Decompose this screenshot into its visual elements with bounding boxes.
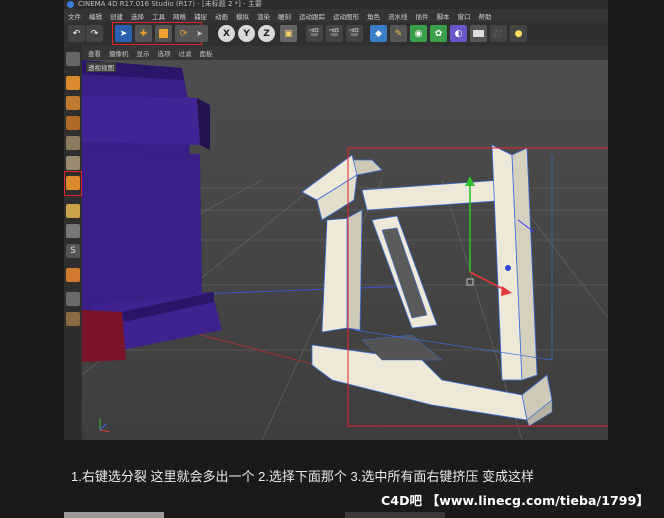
texture-mode-icon[interactable]: [66, 96, 80, 110]
menu-item[interactable]: 窗口: [458, 11, 471, 21]
recent-tool-button[interactable]: ➤: [191, 25, 208, 42]
menu-item[interactable]: 选择: [131, 11, 144, 21]
workplane-grid-icon[interactable]: [66, 292, 80, 306]
menu-item[interactable]: 工具: [152, 11, 165, 21]
x-axis-lock-button[interactable]: X: [218, 25, 235, 42]
menu-bar: 文件 编辑 创建 选择 工具 网格 捕捉 动画 模拟 渲染 雕刻 运动跟踪 运动…: [64, 9, 608, 22]
cinema4d-logo-icon: [67, 1, 74, 8]
render-picture-viewer-button[interactable]: 🎬: [326, 25, 343, 42]
viewport-label: 透视视图: [86, 62, 116, 72]
subdivision-surface-button[interactable]: ◉: [410, 25, 427, 42]
snap-icon[interactable]: S: [66, 244, 80, 258]
light-button[interactable]: ●: [510, 25, 527, 42]
menu-item[interactable]: 创建: [110, 11, 123, 21]
deformer-button[interactable]: ◐: [450, 25, 467, 42]
rotate-tool-button[interactable]: ⟳: [175, 25, 192, 42]
viewport-menu-bar: 查看 摄像机 显示 选项 过滤 面板: [82, 46, 608, 60]
watermark: C4D吧 【www.linecg.com/tieba/1799】: [381, 493, 650, 508]
menu-item[interactable]: 插件: [416, 11, 429, 21]
menu-item[interactable]: 脚本: [437, 11, 450, 21]
menu-item[interactable]: 编辑: [89, 11, 102, 21]
menu-item[interactable]: 运动图形: [333, 11, 359, 21]
y-axis-label: Y: [243, 28, 250, 39]
tutorial-caption: 1.右键选分裂 这里就会多出一个 2.选择下面那个 3.选中所有面右键挤压 变成…: [71, 469, 534, 484]
x-axis-label: X: [223, 28, 230, 39]
edge-mode-icon[interactable]: [66, 156, 80, 170]
viewport-scene: [64, 60, 608, 440]
render-view-button[interactable]: 🎬: [306, 25, 323, 42]
y-axis-lock-button[interactable]: Y: [238, 25, 255, 42]
tweak-mode-icon[interactable]: [66, 224, 80, 238]
magnet-icon[interactable]: [66, 268, 80, 282]
c4d-screenshot: CINEMA 4D R17.016 Studio (R17) - [未标题 2 …: [64, 0, 608, 440]
viewport-menu-item[interactable]: 面板: [200, 48, 213, 58]
floor-button[interactable]: [470, 25, 487, 42]
z-axis-lock-button[interactable]: Z: [258, 25, 275, 42]
window-title: CINEMA 4D R17.016 Studio (R17) - [未标题 2 …: [78, 0, 262, 8]
undo-button[interactable]: ↶: [68, 25, 85, 42]
move-tool-button[interactable]: ✚: [135, 25, 152, 42]
menu-item[interactable]: 角色: [367, 11, 380, 21]
viewport-menu-item[interactable]: 显示: [137, 48, 150, 58]
point-mode-icon[interactable]: [66, 136, 80, 150]
viewport-menu-item[interactable]: 查看: [88, 48, 101, 58]
workplane-mode-icon[interactable]: [66, 116, 80, 130]
live-selection-button[interactable]: ➤: [115, 25, 132, 42]
menu-item[interactable]: 渲染: [257, 11, 270, 21]
menu-item[interactable]: 网格: [173, 11, 186, 21]
scale-tool-button[interactable]: [155, 25, 172, 42]
viewport-menu-item[interactable]: 选项: [158, 48, 171, 58]
cube-object-button[interactable]: ◆: [370, 25, 387, 42]
viewport-menu-item[interactable]: 摄像机: [109, 48, 129, 58]
coordinate-system-button[interactable]: ▣: [280, 25, 297, 42]
enable-axis-icon[interactable]: [66, 204, 80, 218]
main-toolbar: ↶ ↷ ➤ ✚ ⟳ ➤ X Y Z ▣ 🎬 🎬 🎬 ◆ ✎ ◉ ✿ ◐ 🎥 ●: [64, 22, 608, 46]
array-button[interactable]: ✿: [430, 25, 447, 42]
menu-item[interactable]: 运动跟踪: [299, 11, 325, 21]
menu-item[interactable]: 模拟: [236, 11, 249, 21]
z-axis-label: Z: [263, 28, 270, 39]
viewport-menu-item[interactable]: 过滤: [179, 48, 192, 58]
perspective-viewport[interactable]: 透视视图: [64, 60, 608, 440]
title-bar: CINEMA 4D R17.016 Studio (R17) - [未标题 2 …: [64, 0, 608, 9]
model-mode-icon[interactable]: [66, 76, 80, 90]
camera-button[interactable]: 🎥: [490, 25, 507, 42]
render-settings-button[interactable]: 🎬: [346, 25, 363, 42]
locked-workplane-icon[interactable]: [66, 312, 80, 326]
menu-item[interactable]: 文件: [68, 11, 81, 21]
polygon-mode-highlight-box: [64, 171, 82, 196]
redo-button[interactable]: ↷: [86, 25, 103, 42]
menu-item[interactable]: 流水线: [388, 11, 408, 21]
menu-item[interactable]: 动画: [215, 11, 228, 21]
left-tool-palette: S: [64, 46, 82, 440]
next-screenshot-preview-strip: [0, 512, 664, 518]
pen-spline-button[interactable]: ✎: [390, 25, 407, 42]
make-editable-icon[interactable]: [66, 52, 80, 66]
menu-item[interactable]: 捕捉: [194, 11, 207, 21]
menu-item[interactable]: 帮助: [479, 11, 492, 21]
menu-item[interactable]: 雕刻: [278, 11, 291, 21]
